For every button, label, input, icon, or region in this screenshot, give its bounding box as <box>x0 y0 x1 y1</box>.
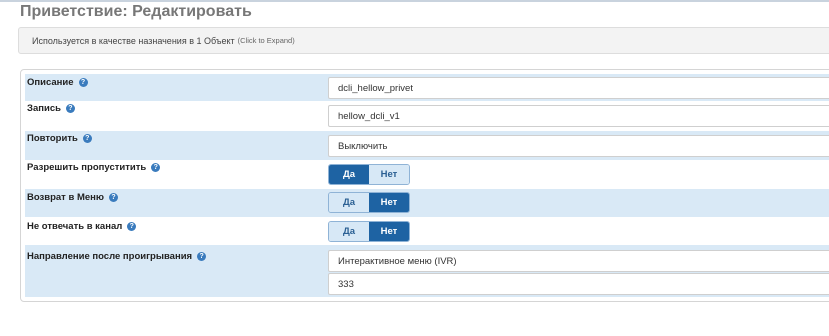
usage-info-text: Используется в качестве назначения в 1 О… <box>32 35 235 46</box>
allow-skip-toggle: Да Нет <box>328 164 410 185</box>
destination-label: Направление после проигрывания ? <box>27 251 207 262</box>
form-row-return-to-menu: Возврат в Меню ? Да Нет <box>25 189 829 217</box>
description-label: Описание ? <box>27 77 88 88</box>
description-label-text: Описание <box>27 77 74 88</box>
help-icon[interactable]: ? <box>109 193 119 202</box>
form-row-recording: Запись ? hellow_dcli_v1 <box>25 101 829 131</box>
return-to-menu-toggle: Да Нет <box>328 192 410 213</box>
form-row-description: Описание ? dcli_hellow_privet <box>25 74 829 101</box>
recording-label: Запись ? <box>27 103 75 114</box>
allow-skip-label-text: Разрешить пропуститить <box>27 162 147 173</box>
recording-label-text: Запись <box>27 103 61 114</box>
no-answer-no-button[interactable]: Нет <box>369 222 409 241</box>
help-icon[interactable]: ? <box>197 252 207 261</box>
help-icon[interactable]: ? <box>127 222 137 231</box>
repeat-label-text: Повторить <box>27 133 78 144</box>
help-icon[interactable]: ? <box>65 104 75 113</box>
return-to-menu-no-button[interactable]: Нет <box>369 193 409 212</box>
form-row-repeat: Повторить ? Выключить <box>25 131 829 160</box>
form-row-destination: Направление после проигрывания ? Интерак… <box>25 245 829 297</box>
repeat-select[interactable]: Выключить <box>328 135 829 157</box>
no-answer-label-text: Не отвечать в канал <box>27 221 123 232</box>
return-to-menu-yes-button[interactable]: Да <box>329 193 369 212</box>
description-input[interactable]: dcli_hellow_privet <box>328 77 829 99</box>
return-to-menu-label-text: Возврат в Меню <box>27 192 105 203</box>
edit-form: Описание ? dcli_hellow_privet Запись ? h… <box>20 69 829 302</box>
form-row-no-answer: Не отвечать в канал ? Да Нет <box>25 217 829 245</box>
recording-select[interactable]: hellow_dcli_v1 <box>328 105 829 127</box>
no-answer-toggle: Да Нет <box>328 221 410 242</box>
no-answer-label: Не отвечать в канал ? <box>27 221 137 232</box>
page-title: Приветствие: Редактировать <box>20 3 252 20</box>
destination-target-select[interactable]: 333 <box>328 273 829 295</box>
top-border-line <box>0 0 829 2</box>
repeat-label: Повторить ? <box>27 133 92 144</box>
usage-info-bar[interactable]: Используется в качестве назначения в 1 О… <box>18 27 829 54</box>
destination-type-select[interactable]: Интерактивное меню (IVR) <box>328 250 829 272</box>
help-icon[interactable]: ? <box>82 134 92 143</box>
destination-label-text: Направление после проигрывания <box>27 251 193 262</box>
return-to-menu-label: Возврат в Меню ? <box>27 192 119 203</box>
form-row-allow-skip: Разрешить пропуститить ? Да Нет <box>25 160 829 189</box>
allow-skip-no-button[interactable]: Нет <box>369 165 409 184</box>
help-icon[interactable]: ? <box>151 163 161 172</box>
allow-skip-label: Разрешить пропуститить ? <box>27 162 161 173</box>
help-icon[interactable]: ? <box>78 78 88 87</box>
allow-skip-yes-button[interactable]: Да <box>329 165 369 184</box>
expand-link[interactable]: (Click to Expand) <box>238 36 295 45</box>
no-answer-yes-button[interactable]: Да <box>329 222 369 241</box>
